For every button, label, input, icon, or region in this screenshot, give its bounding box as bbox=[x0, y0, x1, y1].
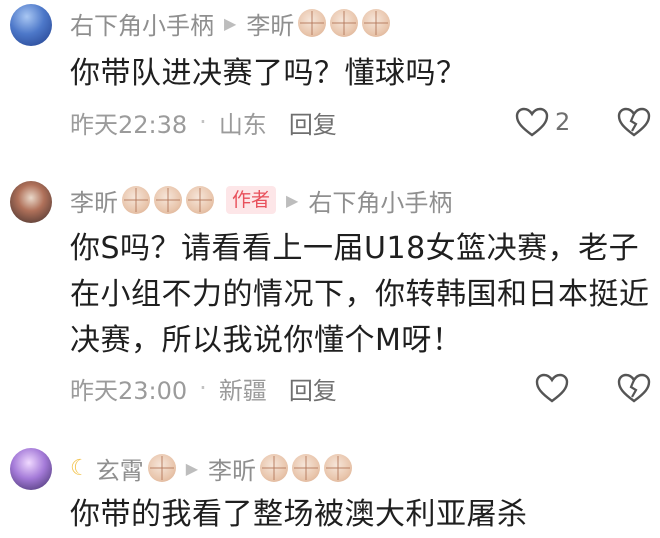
author-name[interactable]: 李昕 bbox=[70, 183, 118, 218]
avatar[interactable] bbox=[10, 181, 52, 223]
basketball-emoji-icon bbox=[362, 9, 391, 37]
comment-header: 李昕 作者 ▶ 右下角小手柄 bbox=[70, 182, 452, 218]
comment-line: 你S吗？请看看上一届U18女篮决赛，老子 bbox=[70, 231, 640, 266]
author-name[interactable]: 玄霄 bbox=[96, 451, 144, 486]
triangle-right-icon: ▶ bbox=[185, 458, 199, 478]
reply-button[interactable]: 回复 bbox=[289, 371, 337, 406]
like-button[interactable]: 2 bbox=[515, 104, 570, 140]
basketball-emoji-icon bbox=[298, 9, 327, 37]
like-button[interactable] bbox=[535, 370, 569, 406]
reply-button[interactable]: 回复 bbox=[289, 105, 337, 140]
comment-item: 右下角小手柄 ▶ 李昕 你带队进决赛了吗？懂球吗？ 昨天22:38 · 山东 回… bbox=[0, 0, 660, 160]
comment-header: ☾ 玄霄 ▶ 李昕 bbox=[70, 450, 353, 486]
basketball-emoji-icon bbox=[122, 186, 150, 214]
heart-outline-icon bbox=[515, 107, 549, 137]
author-badge: 作者 bbox=[226, 186, 277, 214]
dot-separator: · bbox=[199, 374, 207, 402]
heart-outline-icon bbox=[535, 373, 569, 403]
comment-line: 你带的我看了整场被澳大利亚屠杀 bbox=[70, 497, 528, 532]
avatar[interactable] bbox=[10, 448, 52, 490]
comment-line: 在小组不力的情况下，你转韩国和日本挺近 bbox=[70, 277, 650, 312]
dot-separator: · bbox=[199, 108, 207, 136]
dislike-button[interactable] bbox=[617, 370, 651, 406]
comment-text: 你带的我看了整场被澳大利亚屠杀 bbox=[70, 492, 528, 538]
reply-to-name[interactable]: 右下角小手柄 bbox=[308, 183, 452, 218]
basketball-emoji-icon bbox=[324, 454, 353, 482]
dislike-button[interactable] bbox=[617, 104, 651, 140]
location: 新疆 bbox=[218, 376, 267, 405]
comment-line: 决赛，所以我说你懂个M呀！ bbox=[70, 323, 463, 358]
comment-header: 右下角小手柄 ▶ 李昕 bbox=[70, 5, 391, 41]
reply-to-name[interactable]: 李昕 bbox=[208, 451, 256, 486]
like-count: 2 bbox=[555, 108, 571, 136]
avatar[interactable] bbox=[10, 4, 52, 46]
broken-heart-icon bbox=[617, 107, 651, 137]
broken-heart-icon bbox=[617, 373, 651, 403]
basketball-emoji-icon bbox=[330, 9, 359, 37]
comment-text: 你S吗？请看看上一届U18女篮决赛，老子 在小组不力的情况下，你转韩国和日本挺近… bbox=[70, 226, 650, 364]
comment-text: 你带队进决赛了吗？懂球吗？ bbox=[70, 51, 467, 97]
comment-item: ☾ 玄霄 ▶ 李昕 你带的我看了整场被澳大利亚屠杀 bbox=[0, 440, 660, 532]
comment-line: 你带队进决赛了吗？懂球吗？ bbox=[70, 56, 467, 91]
author-name[interactable]: 右下角小手柄 bbox=[70, 6, 214, 41]
triangle-right-icon: ▶ bbox=[224, 13, 237, 33]
comment-footer: 昨天23:00 · 新疆 回复 bbox=[70, 370, 337, 406]
reply-to-name[interactable]: 李昕 bbox=[246, 6, 294, 41]
basketball-emoji-icon bbox=[147, 454, 176, 482]
basketball-emoji-icon bbox=[260, 454, 289, 482]
moon-emoji-icon: ☾ bbox=[70, 455, 90, 481]
basketball-emoji-icon bbox=[154, 186, 182, 214]
comment-item: 李昕 作者 ▶ 右下角小手柄 你S吗？请看看上一届U18女篮决赛，老子 在小组不… bbox=[0, 170, 660, 430]
basketball-emoji-icon bbox=[186, 186, 214, 214]
location: 山东 bbox=[218, 110, 267, 139]
comment-footer: 昨天22:38 · 山东 回复 bbox=[70, 104, 337, 140]
timestamp: 昨天23:00 bbox=[70, 376, 188, 405]
timestamp: 昨天22:38 bbox=[70, 110, 188, 139]
basketball-emoji-icon bbox=[292, 454, 321, 482]
triangle-right-icon: ▶ bbox=[286, 190, 299, 210]
